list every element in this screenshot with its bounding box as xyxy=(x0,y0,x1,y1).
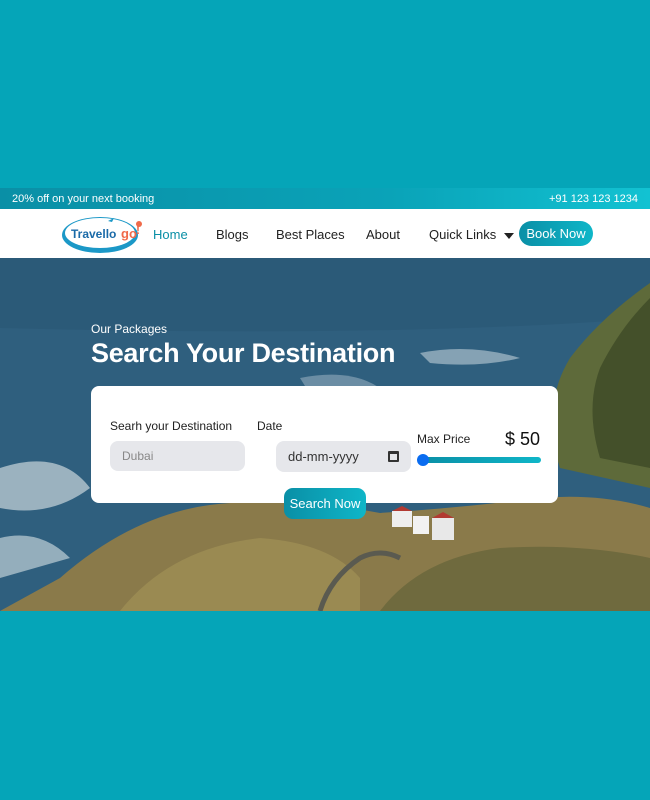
date-label: Date xyxy=(257,419,283,433)
caret-down-icon xyxy=(504,232,515,239)
quick-links-label: Quick Links xyxy=(429,227,497,242)
calendar-icon[interactable] xyxy=(388,451,399,462)
nav-home[interactable]: Home xyxy=(153,227,188,242)
map-pin-icon xyxy=(136,221,142,227)
navbar: Travello go ! Home Blogs Best Places Abo… xyxy=(0,209,650,258)
destination-input[interactable]: Dubai xyxy=(110,441,245,471)
nav-blogs[interactable]: Blogs xyxy=(216,227,249,242)
svg-text:Travello: Travello xyxy=(71,227,116,241)
phone-number[interactable]: +91 123 123 1234 xyxy=(549,193,638,205)
hero-title: Search Your Destination xyxy=(91,338,396,368)
date-input[interactable]: dd-mm-yyyy xyxy=(276,441,411,472)
book-now-button[interactable]: Book Now xyxy=(519,221,593,246)
nav-quick-links[interactable]: Quick Links xyxy=(429,227,515,242)
hero-eyebrow: Our Packages xyxy=(91,322,168,336)
search-now-button[interactable]: Search Now xyxy=(284,488,366,519)
price-slider-thumb[interactable] xyxy=(417,454,429,466)
max-price-value: $ 50 xyxy=(505,429,541,449)
price-slider[interactable] xyxy=(421,457,541,463)
nav-about[interactable]: About xyxy=(366,227,400,242)
nav-best-places[interactable]: Best Places xyxy=(276,227,345,242)
destination-label: Searh your Destination xyxy=(110,419,233,433)
svg-text:go: go xyxy=(121,226,137,241)
site-logo[interactable]: Travello go ! xyxy=(60,212,144,256)
promo-text: 20% off on your next booking xyxy=(12,192,155,205)
date-placeholder: dd-mm-yyyy xyxy=(288,449,359,464)
promo-bar: 20% off on your next booking +91 123 123… xyxy=(0,188,650,209)
max-price-label: Max Price xyxy=(417,432,471,446)
